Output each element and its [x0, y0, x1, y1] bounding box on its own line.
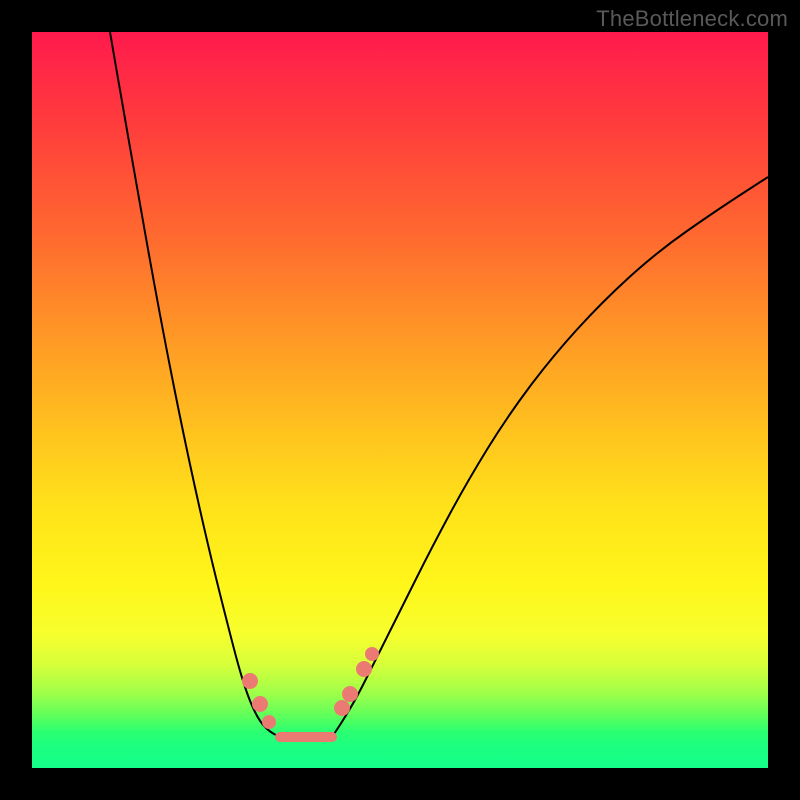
curve-left-branch: [110, 32, 280, 737]
data-marker: [262, 715, 276, 729]
data-marker: [356, 661, 372, 677]
marker-group: [242, 647, 379, 729]
chart-frame: TheBottleneck.com: [0, 0, 800, 800]
data-marker: [342, 686, 358, 702]
data-marker: [252, 696, 268, 712]
curve-overlay: [32, 32, 768, 768]
watermark-text: TheBottleneck.com: [596, 6, 788, 32]
data-marker: [334, 700, 350, 716]
data-marker: [365, 647, 379, 661]
data-marker: [242, 673, 258, 689]
curve-right-branch: [332, 177, 768, 737]
